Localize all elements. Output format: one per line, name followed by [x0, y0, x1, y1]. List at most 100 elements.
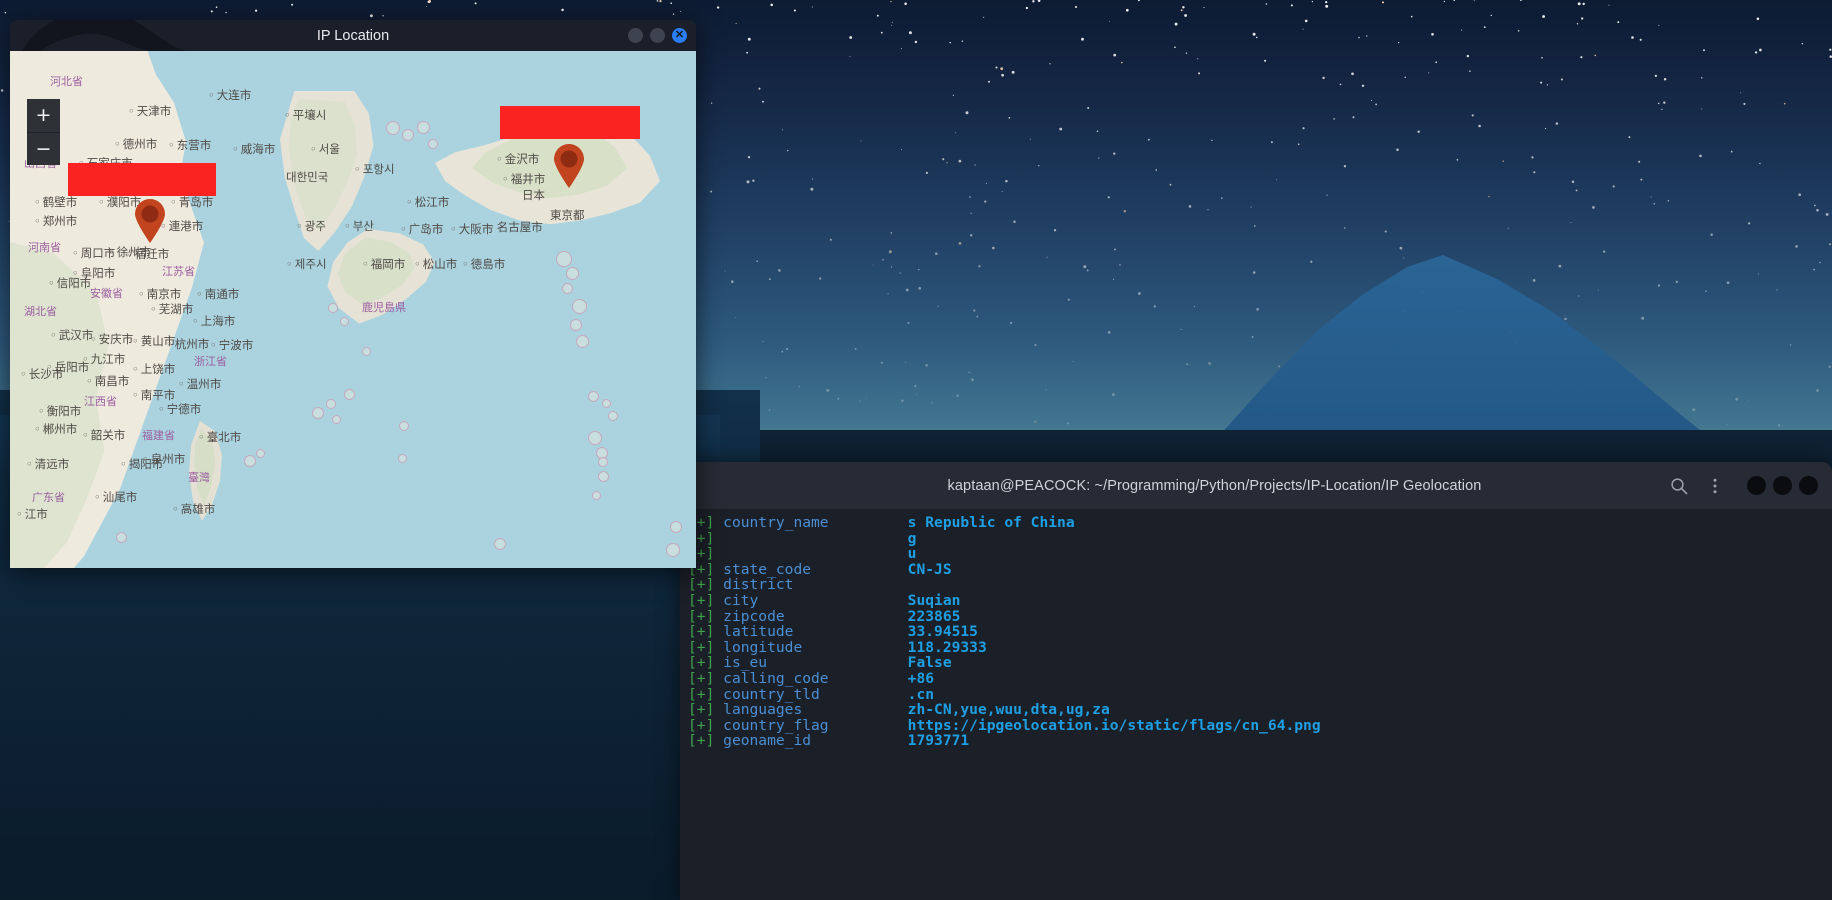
map-label: 东营市: [168, 137, 212, 153]
map-label: 安庆市: [90, 331, 134, 347]
map-island: [556, 251, 572, 267]
map-label: 上海市: [192, 313, 236, 329]
map-island: [244, 455, 256, 467]
row-bullet: [+]: [688, 732, 724, 750]
map-island: [576, 335, 589, 348]
row-key: longitude: [723, 638, 908, 656]
terminal-title: kaptaan@PEACOCK: ~/Programming/Python/Pr…: [947, 477, 1482, 494]
map-label: 宁德市: [158, 401, 202, 417]
map-label: 제주시: [286, 256, 327, 272]
terminal-row: [+] district: [680, 577, 1832, 593]
map-zoom-controls[interactable]: + −: [27, 99, 60, 165]
terminal-window-controls[interactable]: [1747, 476, 1818, 495]
terminal-row: [+] geoname_id 1793771: [680, 733, 1832, 749]
close-icon[interactable]: ✕: [672, 28, 687, 43]
map-island: [670, 521, 682, 533]
map-island: [428, 139, 438, 149]
map-label: 武汉市: [50, 327, 94, 343]
ip-location-window-controls[interactable]: ✕: [628, 20, 687, 51]
map-label: 江苏省: [162, 265, 195, 278]
map-label: 广岛市: [400, 221, 444, 237]
ip-location-window[interactable]: IP Location ✕ 河北省天津市 大连市平壤시 德州市东营市 威海市 서울 金沢市…: [10, 20, 696, 568]
row-value: g: [907, 529, 917, 547]
terminal-row: [+] longitude 118.29333: [680, 640, 1832, 656]
terminal-minimize-button[interactable]: [1747, 476, 1766, 495]
map-island: [602, 399, 611, 408]
map-label: 高雄市: [172, 501, 216, 517]
map-label: 河南省: [28, 241, 61, 254]
map-canvas[interactable]: 河北省天津市大连市平壤시德州市东营市威海市서울金沢市山西省石家庄市대한민국福井市…: [10, 51, 696, 568]
terminal-row: [+] is_eu False: [680, 655, 1832, 671]
terminal-row: [+] latitude 33.94515: [680, 624, 1832, 640]
kebab-menu-icon[interactable]: [1705, 476, 1725, 496]
row-key: calling_code: [723, 669, 908, 687]
zoom-out-button[interactable]: −: [27, 132, 60, 165]
map-label: 杭州市: [166, 336, 210, 352]
map-label: 포항시: [354, 161, 395, 177]
row-value: 118.29333: [907, 638, 987, 656]
row-key: district: [723, 576, 908, 594]
terminal-output[interactable]: [+] country_name s Republic of China [+] …: [680, 509, 1832, 900]
terminal-row: [+] g: [680, 529, 1832, 547]
map-label: 江西省: [84, 395, 117, 408]
map-label: 대한민국: [286, 170, 329, 184]
map-label: 松山市: [414, 256, 458, 272]
map-label: 郴州市: [34, 421, 78, 437]
row-bullet: [+]: [688, 654, 724, 672]
map-marker-japan[interactable]: [553, 144, 585, 188]
row-value: zh-CN,yue,wuu,dta,ug,za: [907, 701, 1110, 719]
row-value: s Republic of China: [907, 514, 1075, 531]
terminal-row: [+] languages zh-CN,yue,wuu,dta,ug,za: [680, 702, 1832, 718]
map-label: 韶关市: [82, 427, 126, 443]
row-key: country_flag: [723, 716, 908, 734]
map-island: [362, 347, 371, 356]
map-island: [572, 299, 587, 314]
map-label: 南通市: [196, 286, 240, 302]
map-island: [399, 421, 409, 431]
ip-location-titlebar[interactable]: IP Location ✕: [10, 20, 696, 51]
map-island: [494, 538, 506, 550]
row-bullet: [+]: [688, 701, 724, 719]
row-value: https://ipgeolocation.io/static/flags/cn…: [907, 716, 1321, 734]
map-island: [417, 121, 430, 134]
terminal-titlebar[interactable]: kaptaan@PEACOCK: ~/Programming/Python/Pr…: [680, 462, 1832, 509]
maximize-button[interactable]: [650, 28, 665, 43]
row-key: [723, 531, 908, 547]
row-value: CN-JS: [907, 560, 952, 578]
ip-location-title: IP Location: [316, 27, 390, 44]
redaction-bar-china: [68, 163, 216, 196]
row-key: country_name: [723, 514, 908, 531]
map-label: 青岛市: [170, 194, 214, 210]
map-label: 湖北省: [24, 305, 57, 318]
row-bullet: [+]: [688, 576, 724, 594]
zoom-in-button[interactable]: +: [27, 99, 60, 132]
map-marker-china[interactable]: [134, 199, 166, 243]
row-bullet: [+]: [688, 716, 724, 734]
map-label: 南京市: [138, 286, 182, 302]
map-island: [608, 411, 618, 421]
terminal-maximize-button[interactable]: [1773, 476, 1792, 495]
map-label: 金沢市: [496, 151, 540, 167]
terminal-window[interactable]: kaptaan@PEACOCK: ~/Programming/Python/Pr…: [680, 462, 1832, 900]
terminal-row: [+] calling_code +86: [680, 671, 1832, 687]
row-value: False: [907, 654, 952, 672]
map-label: 信阳市: [48, 275, 92, 291]
map-label: 天津市: [128, 103, 172, 119]
minimize-button[interactable]: [628, 28, 643, 43]
terminal-close-button[interactable]: [1799, 476, 1818, 495]
terminal-row: [+] state_code CN-JS: [680, 562, 1832, 578]
map-island: [402, 129, 414, 141]
map-label: 威海市: [232, 141, 276, 157]
map-label: 郑州市: [34, 213, 78, 229]
row-key: [723, 546, 908, 562]
map-label: 福建省: [142, 429, 175, 442]
redaction-bar-japan: [500, 106, 640, 139]
terminal-row: [+] zipcode 223865: [680, 608, 1832, 625]
map-label: 南昌市: [86, 373, 130, 389]
map-label: 광주: [296, 218, 326, 234]
terminal-toolbar[interactable]: [1669, 476, 1832, 496]
map-island: [328, 303, 338, 313]
search-icon[interactable]: [1669, 476, 1689, 496]
map-label: 芜湖市: [150, 301, 194, 317]
map-island: [566, 267, 579, 280]
